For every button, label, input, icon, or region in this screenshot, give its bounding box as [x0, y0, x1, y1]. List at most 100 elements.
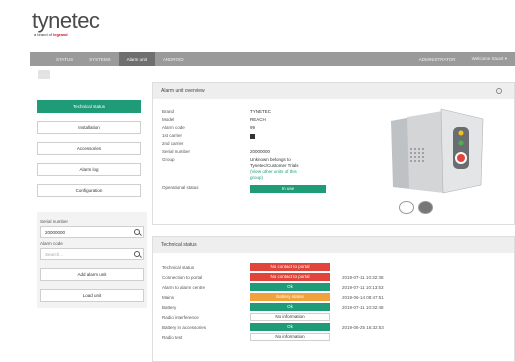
overview-row: Serial number 20000000	[162, 149, 326, 157]
status-badge: Battery status	[250, 293, 330, 301]
status-badge: Ok	[250, 283, 330, 291]
serial-number-label: Serial number	[40, 219, 69, 224]
tynetec-logo: tynetec a brand of legrand	[32, 8, 100, 37]
status-label: Battery	[162, 304, 177, 310]
device-green-led	[458, 140, 464, 146]
nav-tab-android[interactable]: ANDROID	[155, 52, 192, 66]
status-row: Connection to portal No contact to portal…	[162, 272, 384, 282]
overview-details: Brand TYNETEC Model REACH Alarm code 99 1st…	[162, 109, 326, 193]
technical-status-header: Technical status	[153, 237, 514, 253]
overview-row: Alarm code 99	[162, 125, 326, 133]
sidebar-item-accessories[interactable]: Accessories	[37, 142, 141, 155]
nav-user-menu[interactable]: Welcome Stuart ▾	[464, 52, 515, 66]
nav-tab-systems[interactable]: SYSTEMS	[81, 52, 119, 66]
print-icon[interactable]	[38, 70, 50, 79]
alarm-code-label: Alarm code	[40, 241, 63, 246]
overview-value: 99	[250, 125, 256, 130]
overview-row: Model REACH	[162, 117, 326, 125]
search-panel: Serial number 20000000 Alarm code Search…	[37, 212, 147, 308]
search-icon[interactable]	[134, 229, 140, 235]
overview-row: 2nd carrier	[162, 141, 326, 149]
status-row: Alarm to alarm centre Ok 2019-07-11 10:13:…	[162, 282, 384, 292]
status-time: 2019-07-11 10:32:38	[342, 274, 384, 280]
overview-label: Serial number	[162, 149, 191, 154]
operational-status-label: Operational status	[162, 185, 199, 190]
overview-label: Brand	[162, 109, 175, 114]
status-row: Battery in accessories Ok 2019-06-25 16:32…	[162, 322, 384, 332]
status-label: Connection to portal	[162, 274, 203, 280]
serial-number-value: 20000000	[45, 229, 66, 235]
search-icon[interactable]	[134, 251, 140, 257]
overview-value: 20000000	[250, 149, 271, 154]
logo-wordmark: tynetec	[32, 8, 100, 33]
view-group-link[interactable]: (View other units of this	[250, 169, 297, 174]
overview-header: Alarm unit overview	[153, 83, 514, 99]
status-badge: No information	[250, 313, 330, 321]
alarm-code-input[interactable]: Search...	[40, 248, 144, 260]
status-row: Battery Ok 2019-07-11 10:32:48	[162, 302, 384, 312]
pendant-thumbnail-icon[interactable]	[399, 201, 414, 214]
status-badge: No contact to portal	[250, 263, 330, 271]
status-label: Technical status	[162, 264, 195, 270]
logo-tagline-brand: legrand	[53, 32, 68, 37]
device-amber-led	[458, 130, 464, 136]
load-unit-button[interactable]: Load unit	[40, 289, 144, 302]
add-alarm-unit-button[interactable]: Add alarm unit	[40, 268, 144, 281]
status-label: Battery in accessories	[162, 324, 207, 330]
overview-row-group: Group Unknown belongs to Tynetec/Custome…	[162, 157, 326, 181]
overview-title: Alarm unit overview	[161, 88, 205, 94]
technical-status-title: Technical status	[161, 242, 197, 248]
nav-tab-status[interactable]: STATUS	[48, 52, 81, 66]
overview-label: 1st carrier	[162, 133, 183, 138]
group-label: Group	[162, 157, 175, 162]
group-value-line1: Unknown belongs to	[250, 157, 291, 162]
status-badge: No contact to portal	[250, 273, 330, 281]
device-thumbnails	[399, 201, 433, 214]
overview-label: 2nd carrier	[162, 141, 184, 146]
status-time: 2019-07-11 10:32:48	[342, 304, 384, 310]
status-row: Technical status No contact to portal	[162, 262, 384, 272]
sidebar-item-configuration[interactable]: Configuration	[37, 184, 141, 197]
status-row: Radio interference No information	[162, 312, 384, 322]
alarm-code-placeholder: Search...	[45, 251, 64, 257]
status-badge: Ok	[250, 303, 330, 311]
status-row: Mains Battery status 2019-06-14 08:47:51	[162, 292, 384, 302]
alarm-unit-device-image	[391, 108, 484, 194]
status-badge: No information	[250, 333, 330, 341]
device-side	[407, 111, 445, 193]
overview-label: Alarm code	[162, 125, 185, 130]
sidebar-item-installation[interactable]: Installation	[37, 121, 141, 134]
logo-tagline-prefix: a brand of	[34, 32, 54, 37]
group-value: Unknown belongs to Tynetec/Customer Tria…	[250, 157, 299, 181]
status-label: Radio test	[162, 334, 183, 340]
main-navbar: STATUS SYSTEMS Alarm unit ANDROID ADMINI…	[30, 52, 515, 66]
serial-number-input[interactable]: 20000000	[40, 226, 144, 238]
view-group-link-line2[interactable]: group)	[250, 175, 263, 180]
status-row: Radio test No information	[162, 332, 384, 342]
alarm-unit-overview-card: Alarm unit overview Brand TYNETEC Model RE…	[152, 82, 515, 225]
status-time: 2019-07-11 10:13:53	[342, 284, 384, 290]
overview-label: Model	[162, 117, 175, 122]
status-badge: Ok	[250, 323, 330, 331]
technical-status-list: Technical status No contact to portal Con…	[162, 262, 384, 342]
overview-row: 1st carrier	[162, 133, 326, 141]
sidebar-item-technical-status[interactable]: Technical status	[37, 100, 141, 113]
operational-status-badge: In use	[250, 185, 326, 193]
status-label: Mains	[162, 294, 175, 300]
overview-value: REACH	[250, 117, 266, 122]
device-alarm-button-centre	[457, 154, 465, 162]
nav-tab-alarm-unit[interactable]: Alarm unit	[118, 52, 155, 66]
group-value-line2: Tynetec/Customer Trials	[250, 163, 299, 168]
status-label: Radio interference	[162, 314, 199, 320]
status-time: 2019-06-14 08:47:51	[342, 294, 384, 300]
nav-administrator[interactable]: ADMINISTRATOR	[411, 52, 464, 66]
overview-row-operational: Operational status In use	[162, 185, 326, 193]
technical-status-card: Technical status Technical status No cont…	[152, 236, 515, 362]
sidebar-item-alarm-log[interactable]: Alarm log	[37, 163, 141, 176]
smoke-detector-thumbnail-icon[interactable]	[418, 201, 433, 214]
settings-icon[interactable]	[496, 88, 502, 94]
sim-card-icon	[250, 134, 255, 139]
overview-row: Brand TYNETEC	[162, 109, 326, 117]
overview-value: TYNETEC	[250, 109, 272, 114]
status-time: 2019-06-25 16:32:53	[342, 324, 384, 330]
